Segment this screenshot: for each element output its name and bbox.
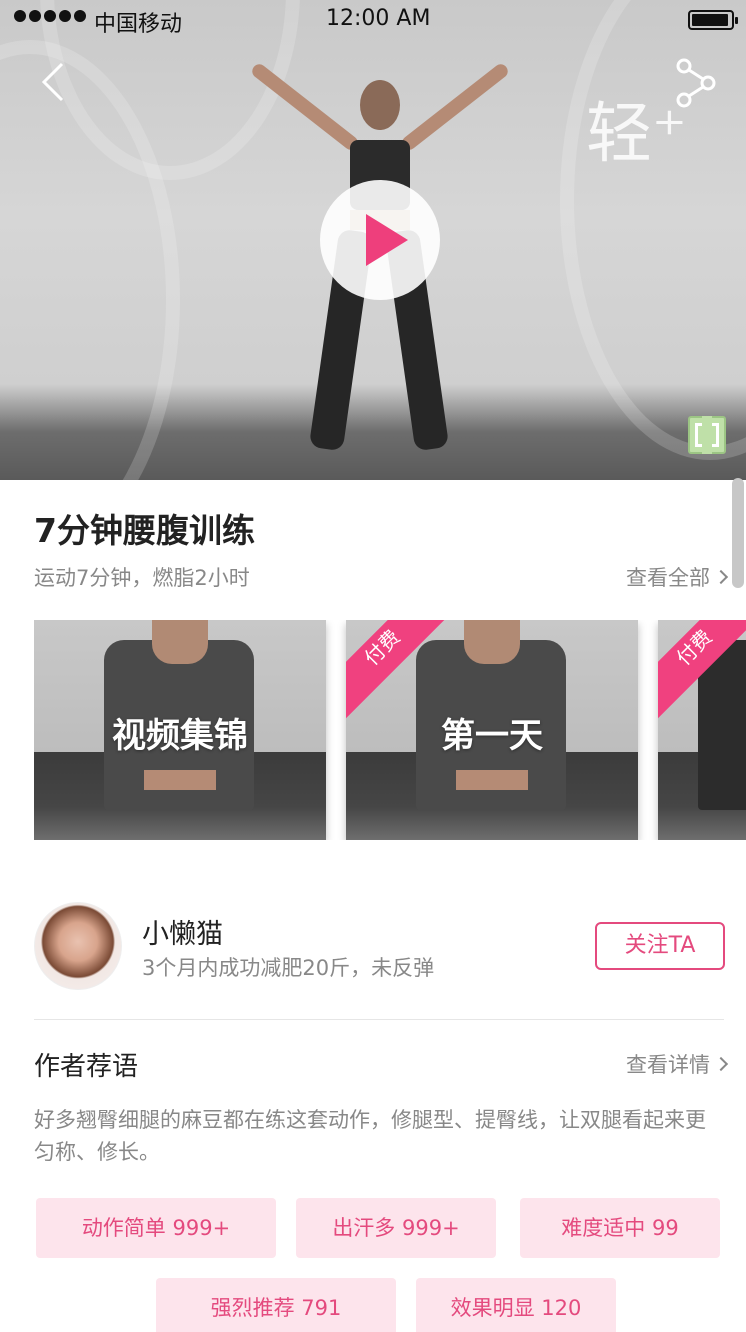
battery-icon — [688, 10, 738, 30]
signal-icon — [14, 10, 86, 22]
episode-carousel[interactable]: 视频集锦 第一天 付费 付费 — [34, 620, 746, 840]
course-title: 7分钟腰腹训练 — [34, 511, 255, 550]
chevron-right-icon — [713, 1056, 729, 1072]
clock: 12:00 AM — [326, 6, 431, 31]
episode-card[interactable]: 付费 — [658, 620, 746, 840]
review-tag[interactable]: 动作简单 999+ — [36, 1198, 276, 1258]
status-bar: 中国移动 12:00 AM — [0, 0, 746, 40]
episode-card[interactable]: 视频集锦 — [34, 620, 326, 840]
back-button[interactable] — [36, 60, 76, 104]
episode-card[interactable]: 第一天 付费 — [346, 620, 638, 840]
author-name[interactable]: 小懒猫 — [142, 912, 223, 951]
video-player[interactable]: 中国移动 12:00 AM 轻⁺ — [0, 0, 746, 480]
episode-card-label: 第一天 — [441, 716, 543, 756]
view-details-label: 查看详情 — [626, 1053, 710, 1077]
review-tag[interactable]: 效果明显 120 — [416, 1278, 616, 1332]
view-all-label: 查看全部 — [626, 566, 710, 590]
divider — [34, 1019, 724, 1020]
chevron-left-icon — [41, 62, 64, 102]
episode-card-label: 视频集锦 — [112, 716, 248, 756]
brand-watermark: 轻⁺ — [586, 95, 687, 172]
follow-button[interactable]: 关注TA — [595, 922, 725, 970]
view-details-link[interactable]: 查看详情 — [626, 1049, 729, 1079]
avatar[interactable] — [34, 902, 122, 990]
review-tag[interactable]: 强烈推荐 791 — [156, 1278, 396, 1332]
course-subtitle: 运动7分钟，燃脂2小时 — [34, 566, 250, 590]
review-tag[interactable]: 出汗多 999+ — [296, 1198, 496, 1258]
scrollbar[interactable] — [732, 478, 744, 588]
review-tag[interactable]: 难度适中 99 — [520, 1198, 720, 1258]
recommendation-text: 好多翘臀细腿的麻豆都在练这套动作，修腿型、提臀线，让双腿看起来更匀称、修长。 — [34, 1108, 706, 1164]
section-heading: 作者荐语 — [34, 1052, 139, 1082]
author-description: 3个月内成功减肥20斤，未反弹 — [142, 956, 435, 980]
play-button[interactable] — [320, 180, 440, 300]
fullscreen-button[interactable] — [688, 416, 726, 454]
view-all-link[interactable]: 查看全部 — [626, 562, 729, 592]
chevron-right-icon — [713, 569, 729, 585]
carrier-label: 中国移动 — [94, 12, 183, 37]
